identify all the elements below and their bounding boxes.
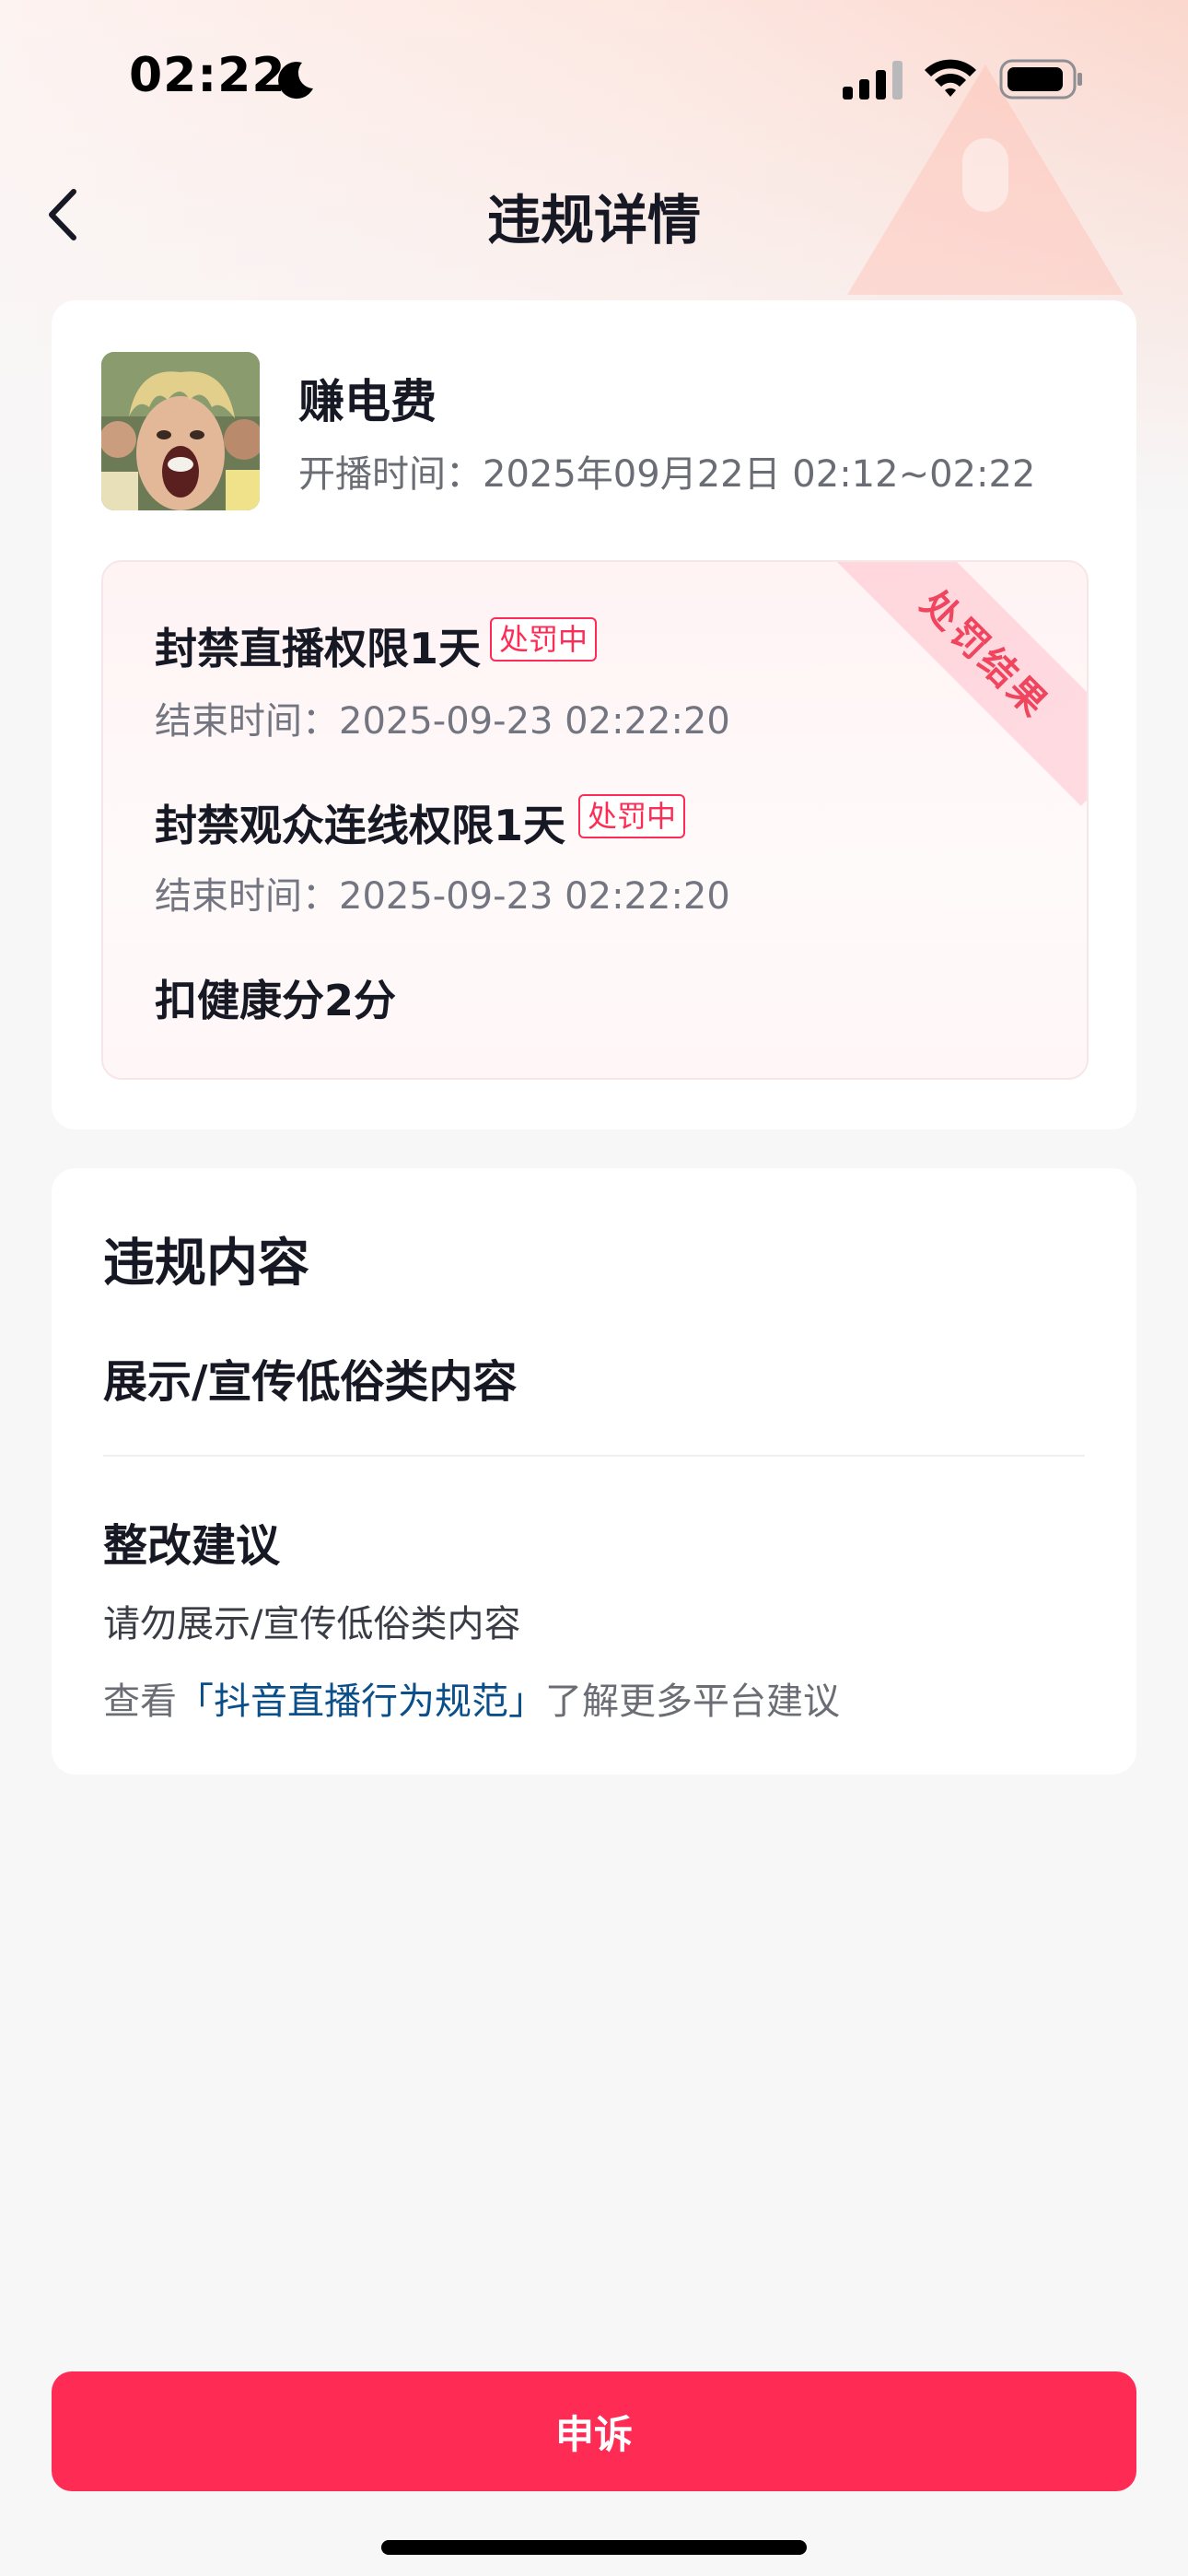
violation-content: 展示/宣传低俗类内容 (103, 1356, 518, 1408)
end-time-value: 2025-09-23 02:22:20 (339, 700, 730, 743)
navigation-bar: 违规详情 (0, 157, 1188, 267)
status-time: 02:22 (129, 48, 286, 103)
moon-icon (278, 62, 313, 100)
battery-icon (999, 59, 1082, 100)
penalty-result-box: 处罚结果 封禁直播权限1天 处罚中 结束时间：2025-09-23 02:22:… (101, 560, 1089, 1080)
suggestion-text: 请勿展示/宣传低俗类内容 (103, 1603, 521, 1645)
stream-cover-avatar (101, 352, 260, 510)
status-badge: 处罚中 (490, 617, 598, 662)
suggestion-title: 整改建议 (103, 1520, 281, 1572)
page-title: 违规详情 (486, 189, 701, 252)
penalty-result-ribbon: 处罚结果 (833, 562, 1087, 806)
appeal-button[interactable]: 申诉 (52, 2371, 1136, 2491)
penalty-end-time: 结束时间：2025-09-23 02:22:20 (155, 691, 730, 744)
wifi-icon (925, 59, 976, 97)
divider (103, 1455, 1085, 1457)
ribbon-label: 处罚结果 (912, 582, 1057, 728)
home-indicator (381, 2540, 807, 2555)
penalty-end-time: 结束时间：2025-09-23 02:22:20 (155, 866, 730, 919)
cellular-signal-icon (843, 61, 903, 100)
stream-time-label: 开播时间： (298, 453, 483, 496)
violation-content-card: 违规内容 展示/宣传低俗类内容 整改建议 请勿展示/宣传低俗类内容 查看「抖音直… (52, 1168, 1136, 1774)
stream-penalty-card: 赚电费 开播时间：2025年09月22日 02:12~02:22 处罚结果 封禁… (52, 300, 1136, 1130)
rule-prefix: 查看 (103, 1680, 177, 1723)
penalty-item-title: 封禁直播权限1天 (155, 624, 482, 673)
rule-line: 查看「抖音直播行为规范」了解更多平台建议 (103, 1671, 840, 1725)
stream-title: 赚电费 (298, 375, 437, 428)
status-badge: 处罚中 (578, 794, 686, 838)
stream-time: 开播时间：2025年09月22日 02:12~02:22 (298, 444, 1035, 498)
rule-suffix: 了解更多平台建议 (545, 1680, 840, 1723)
stream-time-value: 2025年09月22日 02:12~02:22 (483, 453, 1036, 496)
end-time-label: 结束时间： (155, 875, 339, 918)
status-bar: 02:22 (0, 0, 1188, 157)
penalty-item-title: 扣健康分2分 (155, 976, 397, 1025)
penalty-item-title: 封禁观众连线权限1天 (155, 801, 566, 850)
end-time-label: 结束时间： (155, 700, 339, 743)
rule-link[interactable]: 「抖音直播行为规范」 (177, 1680, 545, 1723)
violation-section-title: 违规内容 (103, 1234, 309, 1294)
end-time-value: 2025-09-23 02:22:20 (339, 875, 730, 918)
